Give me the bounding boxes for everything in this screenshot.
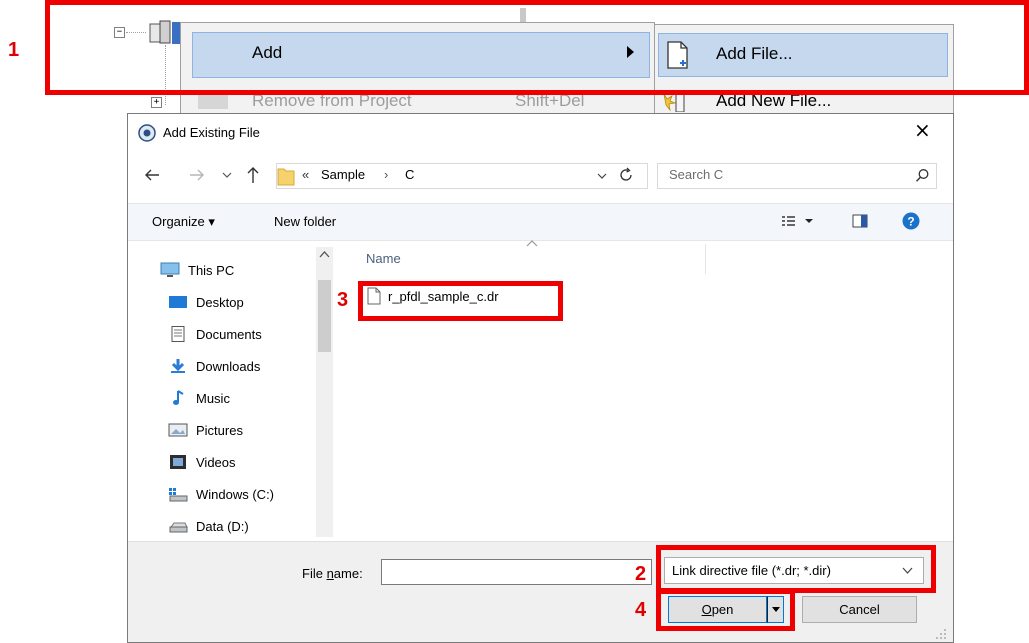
breadcrumb-item-c[interactable]: C (405, 167, 414, 182)
search-icon[interactable] (915, 168, 930, 183)
column-divider (705, 244, 706, 274)
address-dropdown-chevron-icon[interactable] (597, 171, 607, 181)
callout-number-3: 3 (337, 289, 349, 311)
nav-item-label: Documents (196, 326, 262, 342)
close-icon[interactable]: × (914, 118, 931, 142)
scroll-up-chevron-icon[interactable] (319, 250, 330, 258)
tree-expand-toggle[interactable]: + (151, 97, 162, 108)
music-icon (173, 390, 184, 405)
nav-item-label: Downloads (196, 358, 261, 374)
nav-item-this-pc[interactable]: This PC (160, 257, 234, 283)
callout-box-3 (358, 281, 563, 321)
breadcrumb-overflow[interactable]: « (302, 167, 309, 182)
nav-item-label: This PC (188, 262, 235, 278)
recent-locations-chevron-icon[interactable] (222, 170, 232, 180)
callout-number-2: 2 (635, 563, 647, 585)
drive-windows-icon (169, 488, 188, 502)
nav-item-label: Videos (196, 454, 236, 470)
up-arrow-icon[interactable] (245, 165, 261, 185)
nav-item-videos[interactable]: Videos (168, 449, 236, 475)
sort-ascending-icon (526, 240, 538, 247)
callout-box-4 (656, 589, 795, 631)
pictures-icon (168, 423, 188, 437)
cancel-button[interactable]: Cancel (802, 596, 917, 623)
dialog-app-icon (138, 124, 156, 142)
nav-item-label: Music (196, 390, 230, 406)
nav-item-label: Pictures (196, 422, 243, 438)
back-arrow-icon[interactable] (143, 167, 161, 183)
callout-box-2 (656, 545, 936, 593)
videos-icon (170, 455, 186, 469)
refresh-icon[interactable] (618, 167, 634, 183)
callout-number-1: 1 (8, 39, 20, 61)
documents-icon (171, 326, 185, 342)
downloads-icon (171, 359, 185, 373)
column-header-name[interactable]: Name (366, 251, 401, 266)
callout-box-1 (45, 0, 1029, 95)
organize-button[interactable]: Organize ▾ (152, 214, 215, 230)
nav-item-data-d[interactable]: Data (D:) (168, 513, 249, 539)
nav-item-windows-c[interactable]: Windows (C:) (168, 481, 274, 507)
remove-icon (198, 93, 228, 109)
file-name-label: File name: (302, 566, 363, 581)
svg-text:?: ? (907, 215, 914, 229)
nav-item-downloads[interactable]: Downloads (168, 353, 260, 379)
callout-number-4: 4 (635, 599, 647, 621)
nav-item-label: Windows (C:) (196, 486, 275, 502)
forward-arrow-icon[interactable] (188, 167, 206, 183)
folder-icon (277, 168, 295, 186)
resize-grip-icon[interactable] (935, 628, 947, 640)
add-new-file-icon (663, 93, 685, 112)
breadcrumb-separator: › (384, 167, 389, 182)
nav-item-pictures[interactable]: Pictures (168, 417, 243, 443)
view-options-icon[interactable] (781, 214, 815, 228)
command-bar (128, 203, 953, 241)
new-folder-button[interactable]: New folder (274, 214, 336, 229)
file-name-input[interactable] (381, 559, 652, 585)
computer-icon (160, 262, 180, 277)
nav-item-label: Data (D:) (196, 518, 249, 534)
help-icon[interactable]: ? (902, 212, 920, 230)
breadcrumb-item-sample[interactable]: Sample (321, 167, 365, 182)
drive-icon (169, 522, 188, 533)
search-input[interactable]: Search C (669, 167, 723, 182)
nav-item-documents[interactable]: Documents (168, 321, 262, 347)
preview-pane-icon[interactable] (852, 214, 868, 228)
nav-item-music[interactable]: Music (168, 385, 230, 411)
nav-scrollbar-thumb[interactable] (318, 280, 331, 352)
dialog-title: Add Existing File (163, 125, 260, 140)
desktop-icon (169, 296, 187, 308)
nav-item-desktop[interactable]: Desktop (168, 289, 244, 315)
nav-item-label: Desktop (196, 294, 244, 310)
